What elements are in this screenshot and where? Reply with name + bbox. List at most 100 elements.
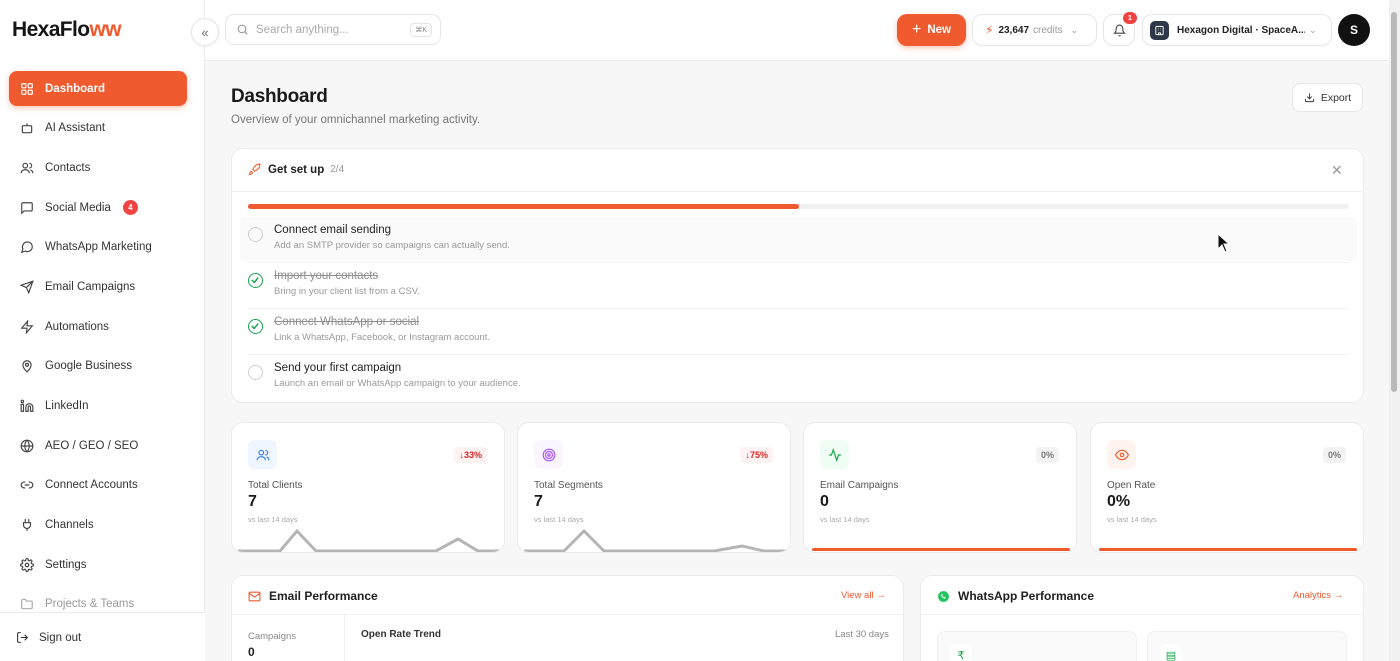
task-connect-email[interactable]: Connect email sending Add an SMTP provid… xyxy=(240,217,1357,261)
message-circle-icon xyxy=(20,240,34,254)
folder-icon xyxy=(20,597,34,611)
target-icon xyxy=(534,440,563,469)
user-avatar[interactable]: S xyxy=(1338,14,1370,46)
users-icon xyxy=(248,440,277,469)
change-badge: 0% xyxy=(1322,447,1346,463)
task-connect-whatsapp[interactable]: Connect WhatsApp or social Link a WhatsA… xyxy=(240,309,1357,353)
sidebar-item-label: Social Media xyxy=(45,201,111,214)
page-scrollbar[interactable] xyxy=(1389,0,1400,661)
rupee-icon: ₹ xyxy=(950,644,972,661)
task-description: Add an SMTP provider so campaigns can ac… xyxy=(274,240,510,251)
sidebar-item-dashboard[interactable]: Dashboard xyxy=(9,71,187,106)
notifications-button[interactable]: 1 xyxy=(1103,12,1137,46)
topbar: ⌘K + New ⚡ 23,647 credits ⌄ 1 Hexagon Dig… xyxy=(205,0,1390,61)
signout-button[interactable]: Sign out xyxy=(16,631,81,644)
page-title: Dashboard xyxy=(231,86,328,107)
check-circle-icon[interactable] xyxy=(248,273,263,288)
analytics-link[interactable]: Analytics → xyxy=(1293,590,1343,601)
check-circle-icon[interactable] xyxy=(248,319,263,334)
sidebar-item-ai-assistant[interactable]: AI Assistant xyxy=(9,111,187,146)
sidebar-item-aeo-geo-seo[interactable]: AEO / GEO / SEO xyxy=(9,428,187,463)
stat-value: 0 xyxy=(820,493,829,510)
gear-icon xyxy=(20,557,34,572)
message-icon: ▤ xyxy=(1160,644,1182,661)
export-button[interactable]: Export xyxy=(1292,83,1363,112)
send-icon xyxy=(20,280,34,294)
task-description: Bring in your client list from a CSV. xyxy=(274,286,420,297)
sparkline xyxy=(238,528,500,552)
view-all-link[interactable]: View all → xyxy=(841,590,886,601)
email-performance-card: Email Performance View all → Campaigns 0… xyxy=(231,575,904,661)
sidebar: HexaFloww Dashboard AI Assistant Contact… xyxy=(0,0,205,661)
plus-icon: + xyxy=(912,21,922,38)
sparkline-flat xyxy=(812,548,1070,551)
users-icon xyxy=(20,161,34,175)
whatsapp-metric-tile: ₹ xyxy=(937,631,1137,661)
sidebar-item-linkedin[interactable]: LinkedIn xyxy=(9,389,187,424)
sidebar-item-social-media[interactable]: Social Media 4 xyxy=(9,190,187,225)
task-title: Connect WhatsApp or social xyxy=(274,316,420,328)
task-description: Link a WhatsApp, Facebook, or Instagram … xyxy=(274,332,490,343)
stat-card-total-segments[interactable]: ↓75% Total Segments 7 vs last 14 days xyxy=(517,422,791,553)
building-icon xyxy=(1150,20,1169,40)
activity-icon xyxy=(820,440,849,469)
divider xyxy=(344,615,345,661)
sidebar-footer: Sign out xyxy=(0,612,205,661)
task-import-contacts[interactable]: Import your contacts Bring in your clien… xyxy=(240,263,1357,307)
sidebar-item-label: Dashboard xyxy=(45,82,106,95)
stat-card-total-clients[interactable]: ↓33% Total Clients 7 vs last 14 days xyxy=(231,422,505,553)
campaigns-value: 0 xyxy=(248,645,255,659)
sidebar-item-contacts[interactable]: Contacts xyxy=(9,150,187,185)
task-description: Launch an email or WhatsApp campaign to … xyxy=(274,378,521,389)
sidebar-item-channels[interactable]: Channels xyxy=(9,508,187,543)
notification-badge: 4 xyxy=(122,200,138,216)
scrollbar-thumb[interactable] xyxy=(1391,12,1397,392)
app-logo[interactable]: HexaFloww xyxy=(12,18,122,42)
search-box[interactable]: ⌘K xyxy=(225,14,441,45)
notification-count-badge: 1 xyxy=(1123,12,1137,24)
stat-comparison: vs last 14 days xyxy=(534,515,584,524)
stat-card-email-campaigns[interactable]: 0% Email Campaigns 0 vs last 14 days xyxy=(803,422,1077,553)
bot-icon xyxy=(20,121,34,135)
unchecked-circle-icon[interactable] xyxy=(248,227,263,242)
sidebar-item-connect-accounts[interactable]: Connect Accounts xyxy=(9,468,187,503)
map-pin-icon xyxy=(20,359,34,373)
sidebar-item-label: Email Campaigns xyxy=(45,280,136,293)
sidebar-item-label: WhatsApp Marketing xyxy=(45,241,152,254)
task-send-first-campaign[interactable]: Send your first campaign Launch an email… xyxy=(240,355,1357,399)
sidebar-item-whatsapp-marketing[interactable]: WhatsApp Marketing xyxy=(9,230,187,265)
setup-progress-bar xyxy=(248,204,1349,209)
stat-card-open-rate[interactable]: 0% Open Rate 0% vs last 14 days xyxy=(1090,422,1364,553)
sidebar-item-settings[interactable]: Settings xyxy=(9,547,187,582)
credits-dropdown[interactable]: ⚡ 23,647 credits ⌄ xyxy=(972,14,1097,46)
divider xyxy=(232,614,903,615)
task-title: Connect email sending xyxy=(274,224,391,236)
whatsapp-performance-title: WhatsApp Performance xyxy=(958,589,1095,603)
sidebar-item-label: Contacts xyxy=(45,161,91,174)
export-label: Export xyxy=(1320,91,1352,104)
sidebar-item-google-business[interactable]: Google Business xyxy=(9,349,187,384)
credits-value: 23,647 xyxy=(998,24,1030,36)
collapse-sidebar-button[interactable]: « xyxy=(191,18,219,46)
download-icon xyxy=(1304,93,1314,103)
change-badge: ↓75% xyxy=(740,447,773,463)
divider xyxy=(921,614,1363,615)
globe-icon xyxy=(20,439,34,453)
new-button-label: New xyxy=(927,24,951,36)
search-shortcut: ⌘K xyxy=(410,23,432,37)
sidebar-item-label: Google Business xyxy=(45,360,132,373)
workspace-switcher[interactable]: Hexagon Digital · SpaceA... ⌄ xyxy=(1142,14,1332,46)
sidebar-item-label: AI Assistant xyxy=(45,122,106,135)
sidebar-item-email-campaigns[interactable]: Email Campaigns xyxy=(9,269,187,304)
stat-value: 7 xyxy=(534,493,543,510)
task-title: Send your first campaign xyxy=(274,362,402,374)
chevrons-left-icon: « xyxy=(201,24,209,40)
stat-value: 0% xyxy=(1107,493,1131,510)
stat-comparison: vs last 14 days xyxy=(1107,515,1157,524)
close-icon[interactable]: ✕ xyxy=(1331,162,1343,179)
search-input[interactable] xyxy=(256,23,406,36)
unchecked-circle-icon[interactable] xyxy=(248,365,263,380)
stat-comparison: vs last 14 days xyxy=(248,515,298,524)
new-button[interactable]: + New xyxy=(897,14,966,46)
sidebar-item-automations[interactable]: Automations xyxy=(9,309,187,344)
